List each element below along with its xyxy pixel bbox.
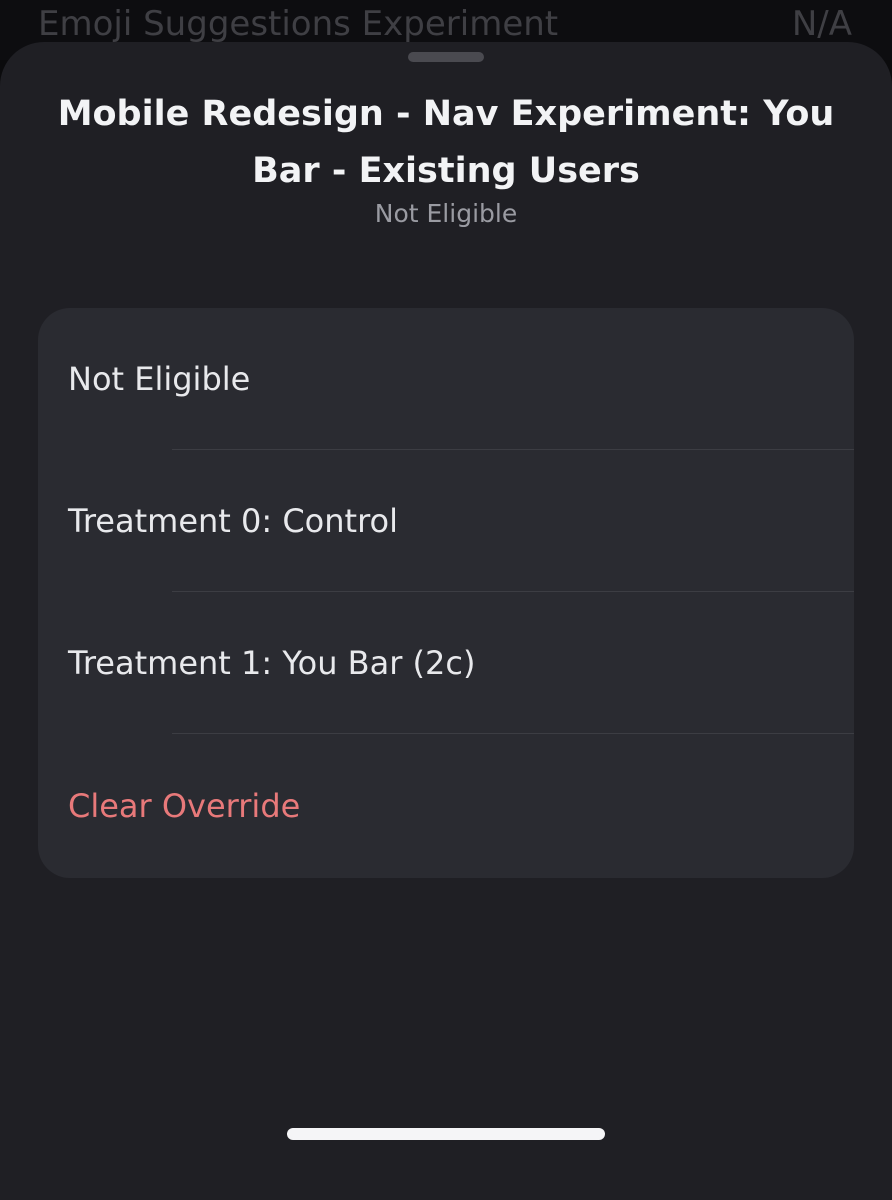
background-experiment-value: N/A	[791, 4, 852, 44]
sheet-subtitle: Not Eligible	[374, 199, 518, 228]
clear-override-button[interactable]: Clear Override	[38, 734, 854, 878]
option-label: Not Eligible	[68, 360, 251, 398]
background-experiment-title: Emoji Suggestions Experiment	[38, 4, 559, 44]
option-not-eligible[interactable]: Not Eligible	[38, 308, 854, 450]
option-treatment-0-control[interactable]: Treatment 0: Control	[38, 450, 854, 592]
options-card: Not Eligible Treatment 0: Control Treatm…	[38, 308, 854, 878]
home-indicator[interactable]	[287, 1128, 605, 1140]
option-label: Treatment 1: You Bar (2c)	[68, 644, 476, 682]
sheet-title: Mobile Redesign - Nav Experiment: You Ba…	[57, 94, 835, 191]
bottom-sheet: Mobile Redesign - Nav Experiment: You Ba…	[0, 42, 892, 1200]
option-treatment-1-you-bar[interactable]: Treatment 1: You Bar (2c)	[38, 592, 854, 734]
option-label: Treatment 0: Control	[68, 502, 398, 540]
sheet-grabber[interactable]	[408, 52, 484, 62]
option-label: Clear Override	[68, 787, 301, 825]
